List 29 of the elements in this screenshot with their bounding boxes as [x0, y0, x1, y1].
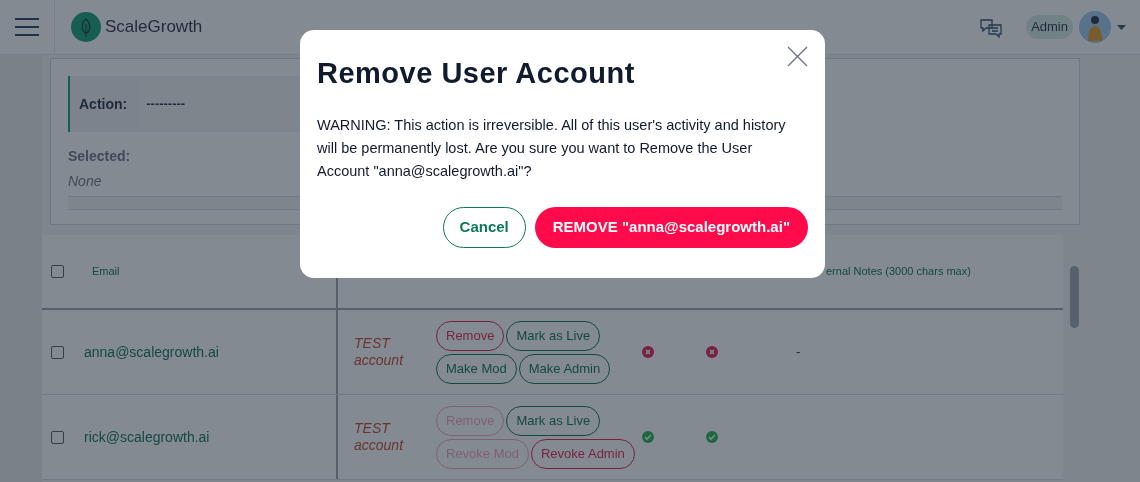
note-cell-text: TEST account — [354, 420, 405, 454]
action-label: Action: — [79, 94, 128, 114]
menu-icon[interactable] — [15, 18, 39, 36]
column-header[interactable]: ernal Notes (3000 chars max) — [826, 265, 971, 278]
action-button[interactable]: Remove — [436, 320, 505, 351]
leaf-logo-icon — [71, 12, 101, 42]
checkbox[interactable] — [50, 265, 64, 278]
avatar[interactable] — [1079, 11, 1111, 43]
brand-name: ScaleGrowth — [105, 16, 203, 39]
checkbox[interactable] — [50, 345, 64, 359]
selected-value: None — [68, 172, 102, 191]
close-icon[interactable] — [787, 46, 808, 67]
note-cell-text: TEST account — [354, 335, 405, 369]
scrollbar — [1070, 266, 1079, 328]
action-button[interactable]: Revoke Admin — [531, 438, 635, 469]
caret-icon[interactable] — [1117, 24, 1126, 30]
column-header[interactable]: Email — [92, 263, 120, 280]
action-button[interactable]: Make Mod — [436, 353, 517, 384]
email-cell-text: anna@scalegrowth.ai — [84, 342, 219, 362]
remove-button[interactable]: REMOVE "anna@scalegrowth.ai" — [534, 206, 808, 248]
action-button[interactable]: Make Admin — [518, 353, 611, 384]
email-cell-text: rick@scalegrowth.ai — [84, 427, 210, 447]
role-badge: Admin — [1026, 15, 1073, 39]
checkbox[interactable] — [50, 430, 64, 444]
action-button[interactable]: Mark as Live — [506, 320, 601, 351]
selected-label: Selected: — [68, 147, 131, 166]
notes-cell-text: - — [795, 343, 801, 362]
cancel-button[interactable]: Cancel — [442, 206, 526, 248]
action-button[interactable]: Mark as Live — [506, 405, 601, 436]
